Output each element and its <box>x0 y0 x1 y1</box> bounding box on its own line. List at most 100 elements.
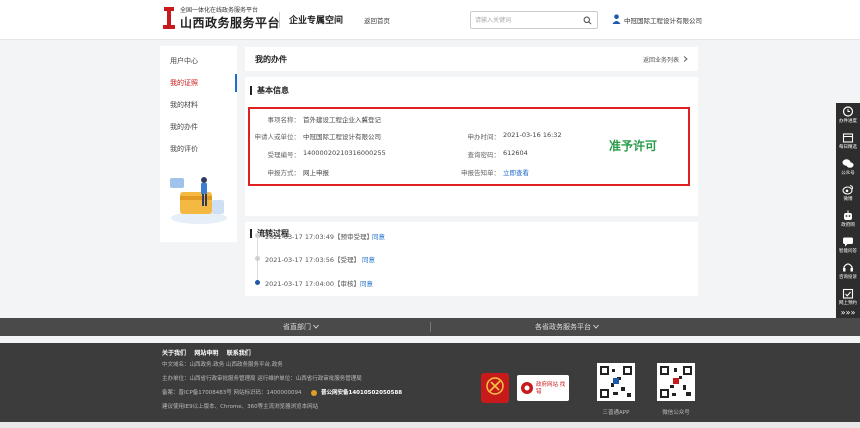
query-password-label: 查询密码： <box>467 151 501 159</box>
header: 全国一体化在线政务服务平台 山西政务服务平台 企业专属空间 返回首页 中冠国际工… <box>0 0 860 40</box>
float-item-label: 办件进度 <box>839 119 857 124</box>
footer-police-record[interactable]: 晋公网安备14010502050588 <box>321 390 402 396</box>
search-box <box>470 11 598 29</box>
float-item-label: 每日精选 <box>839 145 857 150</box>
logo-title[interactable]: 山西政务服务平台 <box>180 14 280 31</box>
timeline-item: 2021-03-17 17:03:49【预审受理】 <box>265 231 373 241</box>
gov-site-error-badge[interactable]: 政府网站 找错 <box>517 375 569 401</box>
timeline-dot <box>255 256 260 261</box>
float-item-label: 政府网 <box>841 223 855 228</box>
chat-icon <box>843 237 853 247</box>
illustration-image <box>170 177 227 224</box>
logo-subtitle: 全国一体化在线政务服务平台 <box>180 7 259 14</box>
chevron-right-icon <box>683 56 688 62</box>
footer-bottom-strip <box>0 422 860 428</box>
float-item-progress[interactable]: 办件进度 <box>836 103 860 127</box>
logo-icon <box>163 7 175 29</box>
timeline-result[interactable]: 同意 <box>360 278 373 288</box>
timeline-result[interactable]: 同意 <box>362 254 375 264</box>
footer-icp-text: 备案：晋ICP备17008483号 网站标识码：1400000094 <box>162 390 302 396</box>
wechat-icon <box>842 159 854 168</box>
method-label: 申报方式： <box>267 169 301 177</box>
timeline-dot <box>255 233 260 238</box>
footer-tab-platforms[interactable]: 各省政务服务平台 <box>535 322 600 332</box>
float-item-label: 网上预约 <box>839 301 857 306</box>
sidebar-item-my-cases[interactable]: 我的办件 <box>160 116 237 138</box>
sidebar: 用户中心 我的证照 我的材料 我的办件 我的评价 <box>160 46 237 242</box>
user-icon <box>612 14 621 24</box>
qr-app-label: 三晋通APP <box>602 410 630 416</box>
float-item-label: 咨询投诉 <box>839 275 857 280</box>
applicant-value: 中冠国际工程设计有限公司 <box>303 133 381 141</box>
float-item-daily[interactable]: 每日精选 <box>836 129 860 153</box>
cases-header-panel: 我的办件 返回业务列表 <box>245 47 698 71</box>
party-emblem-icon[interactable] <box>481 373 509 403</box>
apply-time-label: 申办时间： <box>467 133 501 141</box>
sidebar-item-my-licenses[interactable]: 我的证照 <box>160 72 237 94</box>
search-icon[interactable] <box>583 16 592 25</box>
basic-info-title: 基本信息 <box>250 86 289 95</box>
timeline-result[interactable]: 同意 <box>372 231 385 241</box>
expand-toolbar-button[interactable]: »»» <box>836 308 860 317</box>
error-finder-icon <box>521 382 533 394</box>
float-item-gov[interactable]: 政府网 <box>836 207 860 231</box>
sidebar-item-my-reviews[interactable]: 我的评价 <box>160 138 237 160</box>
footer-sponsor: 主办单位：山西省行政审批服务管理局 运行维护单位：山西省行政审批服务管理局 <box>162 376 362 382</box>
float-item-complaint[interactable]: 咨询投诉 <box>836 259 860 283</box>
footer-tab-divider <box>430 322 431 332</box>
timeline-step: 【预审受理】 <box>334 233 374 241</box>
number-label: 受理编号： <box>267 151 301 159</box>
timeline-time: 2021-03-17 17:04:00 <box>265 280 335 288</box>
footer-links[interactable]: 关于我们 网站申明 联系我们 <box>162 348 251 357</box>
float-item-label: 智能问答 <box>839 249 857 254</box>
timeline-step: 【审核】 <box>334 280 361 288</box>
sidebar-item-my-materials[interactable]: 我的材料 <box>160 94 237 116</box>
view-notice-link[interactable]: 立即查看 <box>503 167 529 177</box>
timeline-item: 2021-03-17 17:04:00【审核】 <box>265 278 360 288</box>
return-to-list-link[interactable]: 返回业务列表 <box>643 55 688 64</box>
footer-tab-provincial[interactable]: 省直部门 <box>283 322 320 332</box>
page-title: 我的办件 <box>255 55 287 64</box>
user-name[interactable]: 中冠国际工程设计有限公司 <box>624 15 702 25</box>
float-item-booking[interactable]: 网上预约 <box>836 285 860 309</box>
status-badge: 准予许可 <box>609 139 658 153</box>
footer-browser-note: 建议使用IE9以上版本、Chrome、360等主流浏览器浏览本网站 <box>162 404 319 410</box>
return-link-label: 返回业务列表 <box>643 57 680 64</box>
space-title: 企业专属空间 <box>289 16 344 26</box>
float-item-wechat[interactable]: 公众号 <box>836 155 860 179</box>
footer-tab-label: 各省政务服务平台 <box>535 323 591 331</box>
qr-code-app-icon <box>597 363 635 401</box>
applicant-label: 申请人或单位： <box>254 133 301 141</box>
booking-icon <box>842 288 854 299</box>
apply-time-value: 2021-03-16 16:32 <box>503 131 562 139</box>
search-input[interactable] <box>475 14 575 27</box>
home-link[interactable]: 返回首页 <box>364 15 390 25</box>
footer-domain: 中文域名：山西政务.政务 山西政务服务平台.政务 <box>162 362 283 368</box>
float-item-qa[interactable]: 智能问答 <box>836 233 860 257</box>
weibo-icon <box>842 185 854 195</box>
matter-value: 首外建设工程企业入冀登记 <box>303 116 381 124</box>
robot-icon <box>844 210 852 220</box>
timeline-item: 2021-03-17 17:03:56【受理】 <box>265 254 360 264</box>
notice-label: 申报告知单： <box>461 169 500 177</box>
calendar-icon <box>842 133 854 143</box>
number-value: 14000020210316000255 <box>303 149 386 157</box>
query-password-value: 612604 <box>503 149 528 157</box>
float-item-weibo[interactable]: 微博 <box>836 181 860 205</box>
chevron-down-icon <box>593 324 600 329</box>
police-badge-icon <box>311 389 318 396</box>
sidebar-item-user-center[interactable]: 用户中心 <box>160 50 237 72</box>
timeline-dot-current <box>255 280 260 285</box>
gov-site-error-text: 政府网站 找错 <box>536 382 566 395</box>
footer-tabs: 省直部门 各省政务服务平台 <box>0 318 860 336</box>
matter-label: 事项名称： <box>267 116 301 124</box>
chevron-down-icon <box>313 324 320 329</box>
method-value: 网上申报 <box>303 169 329 177</box>
timeline-time: 2021-03-17 17:03:49 <box>265 233 335 241</box>
qr-wechat-label: 微信公众号 <box>662 410 690 416</box>
timeline-time: 2021-03-17 17:03:56 <box>265 256 335 264</box>
headset-icon <box>843 263 853 272</box>
floating-toolbar: 办件进度 每日精选 公众号 微博 政府网 智能问答 咨询投诉 网上预约 »»» <box>836 103 860 322</box>
clock-icon <box>842 106 854 117</box>
footer <box>0 343 860 428</box>
